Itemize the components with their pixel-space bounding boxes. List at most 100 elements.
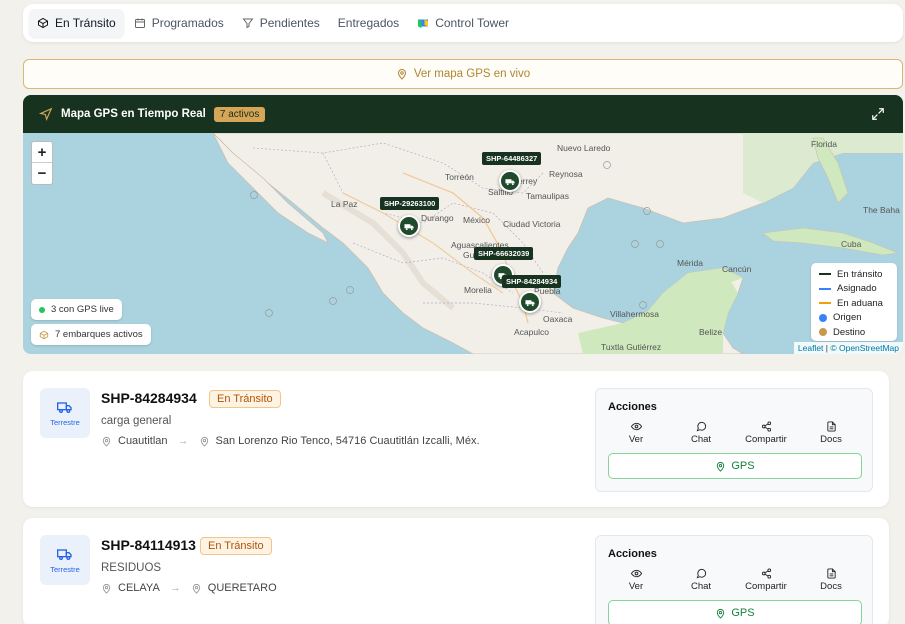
- origin: Cuautitlan: [118, 435, 168, 447]
- tab-entregados[interactable]: Entregados: [330, 9, 407, 37]
- map-pin-icon: [397, 69, 406, 80]
- mode-label: Terrestre: [50, 418, 80, 427]
- legend-label: En aduana: [837, 297, 883, 309]
- package-icon: [38, 17, 48, 29]
- shipments-active-label: 7 embarques activos: [55, 329, 143, 340]
- shipment-id[interactable]: SHP-84114913: [101, 537, 196, 553]
- view-button[interactable]: Ver: [608, 421, 664, 445]
- shipment-id[interactable]: SHP-84284934: [101, 390, 197, 406]
- map-pin-icon: [717, 608, 725, 619]
- package-icon: [39, 330, 49, 339]
- legend-item: Origen: [819, 311, 889, 326]
- marker-label[interactable]: SHP-29263100: [380, 197, 440, 210]
- legend-line-swatch: [819, 273, 831, 276]
- actions-title: Acciones: [608, 401, 657, 413]
- chat-button[interactable]: Chat: [673, 568, 729, 592]
- gps-map-toggle-button[interactable]: Ver mapa GPS en vivo: [23, 59, 903, 89]
- gps-label: GPS: [731, 607, 755, 619]
- legend-item: En tránsito: [819, 267, 889, 282]
- docs-button[interactable]: Docs: [803, 421, 859, 445]
- osm-link[interactable]: © OpenStreetMap: [830, 343, 899, 353]
- share-label: Compartir: [745, 581, 787, 592]
- live-dot-icon: [39, 306, 45, 313]
- map-pin-icon: [200, 436, 208, 447]
- map-pin-icon: [717, 461, 725, 472]
- truck-marker[interactable]: [519, 291, 541, 313]
- chat-button[interactable]: Chat: [673, 421, 729, 445]
- docs-button[interactable]: Docs: [803, 568, 859, 592]
- map-place: Acapulco: [514, 327, 549, 337]
- tab-label: Control Tower: [435, 16, 509, 30]
- map-place: Tuxtla Gutiérrez: [601, 342, 662, 352]
- share-icon: [761, 568, 771, 579]
- share-label: Compartir: [745, 434, 787, 445]
- truck-marker[interactable]: [398, 215, 420, 237]
- chat-icon: [696, 568, 706, 579]
- map-icon: [418, 19, 429, 28]
- map-place: Belize: [699, 327, 723, 337]
- map-place: Mérida: [677, 258, 703, 268]
- docs-label: Docs: [820, 581, 842, 592]
- transport-mode: Terrestre: [40, 535, 90, 585]
- map-place: Tamaulipas: [526, 191, 569, 201]
- leaflet-link[interactable]: Leaflet: [798, 343, 824, 353]
- map-pin-icon: [102, 583, 111, 594]
- gps-button[interactable]: GPS: [608, 453, 862, 479]
- marker-label[interactable]: SHP-66632039: [474, 247, 534, 260]
- transport-mode: Terrestre: [40, 388, 90, 438]
- legend-item: Asignado: [819, 282, 889, 297]
- legend-dot-swatch: [819, 328, 827, 337]
- marker-label[interactable]: SHP-84284934: [502, 275, 562, 288]
- mode-label: Terrestre: [50, 565, 80, 574]
- truck-icon: [524, 299, 535, 306]
- view-label: Ver: [628, 581, 644, 592]
- route: Cuautitlan → San Lorenzo Rio Tenco, 5471…: [101, 435, 480, 447]
- route: CELAYA → QUERETARO: [101, 582, 277, 594]
- map-title: Mapa GPS en Tiempo Real: [61, 108, 206, 120]
- eye-icon: [630, 569, 642, 578]
- truck-icon: [403, 223, 414, 230]
- destination: QUERETARO: [207, 582, 277, 594]
- chat-label: Chat: [690, 581, 712, 592]
- tab-label: Pendientes: [259, 16, 320, 30]
- share-button[interactable]: Compartir: [738, 421, 794, 445]
- marker-label[interactable]: SHP-64486327: [482, 152, 542, 165]
- map-header: Mapa GPS en Tiempo Real 7 activos: [23, 95, 903, 133]
- legend-label: Destino: [833, 326, 866, 338]
- zoom-in-button[interactable]: +: [32, 142, 52, 163]
- tab-label: Entregados: [337, 16, 400, 30]
- map-canvas[interactable]: Nuevo Laredo Reynosa Torreón Saltillo Mo…: [23, 132, 903, 354]
- zoom-out-button[interactable]: −: [32, 163, 52, 184]
- tab-programados[interactable]: Programados: [126, 9, 232, 37]
- arrow-right-icon: →: [177, 435, 189, 447]
- share-button[interactable]: Compartir: [738, 568, 794, 592]
- shipments-active-pill: 7 embarques activos: [31, 324, 151, 345]
- tab-en-transito[interactable]: En Tránsito: [29, 9, 124, 37]
- view-button[interactable]: Ver: [608, 568, 664, 592]
- gps-map-panel: Mapa GPS en Tiempo Real 7 activos Nuevo …: [23, 95, 903, 354]
- shipment-card: Terrestre SHP-84114913 En Tránsito RESID…: [23, 518, 889, 624]
- chat-icon: [696, 421, 706, 432]
- cargo-type: RESIDUOS: [101, 562, 162, 574]
- expand-icon[interactable]: [871, 107, 885, 121]
- gps-button[interactable]: GPS: [608, 600, 862, 624]
- legend-item: En aduana: [819, 296, 889, 311]
- tab-label: Programados: [151, 16, 224, 30]
- chat-label: Chat: [690, 434, 712, 445]
- legend-label: Asignado: [837, 283, 877, 295]
- truck-icon: [57, 402, 72, 413]
- map-place: Villahermosa: [610, 309, 659, 319]
- truck-marker[interactable]: [499, 170, 521, 192]
- navigation-icon: [39, 107, 53, 121]
- cargo-type: carga general: [101, 415, 172, 427]
- tab-pendientes[interactable]: Pendientes: [234, 9, 328, 37]
- map-place: México: [463, 215, 490, 225]
- arrow-right-icon: →: [169, 582, 181, 594]
- actions-panel: Acciones Ver Chat Compartir Docs GPS: [595, 388, 873, 492]
- share-icon: [761, 421, 771, 432]
- shipment-card: Terrestre SHP-84284934 En Tránsito carga…: [23, 371, 889, 507]
- tab-control-tower[interactable]: Control Tower: [409, 9, 517, 37]
- map-legend: En tránsito Asignado En aduana Origen De…: [811, 263, 897, 341]
- map-pin-icon: [102, 436, 111, 447]
- destination: San Lorenzo Rio Tenco, 54716 Cuautitlán …: [215, 435, 480, 447]
